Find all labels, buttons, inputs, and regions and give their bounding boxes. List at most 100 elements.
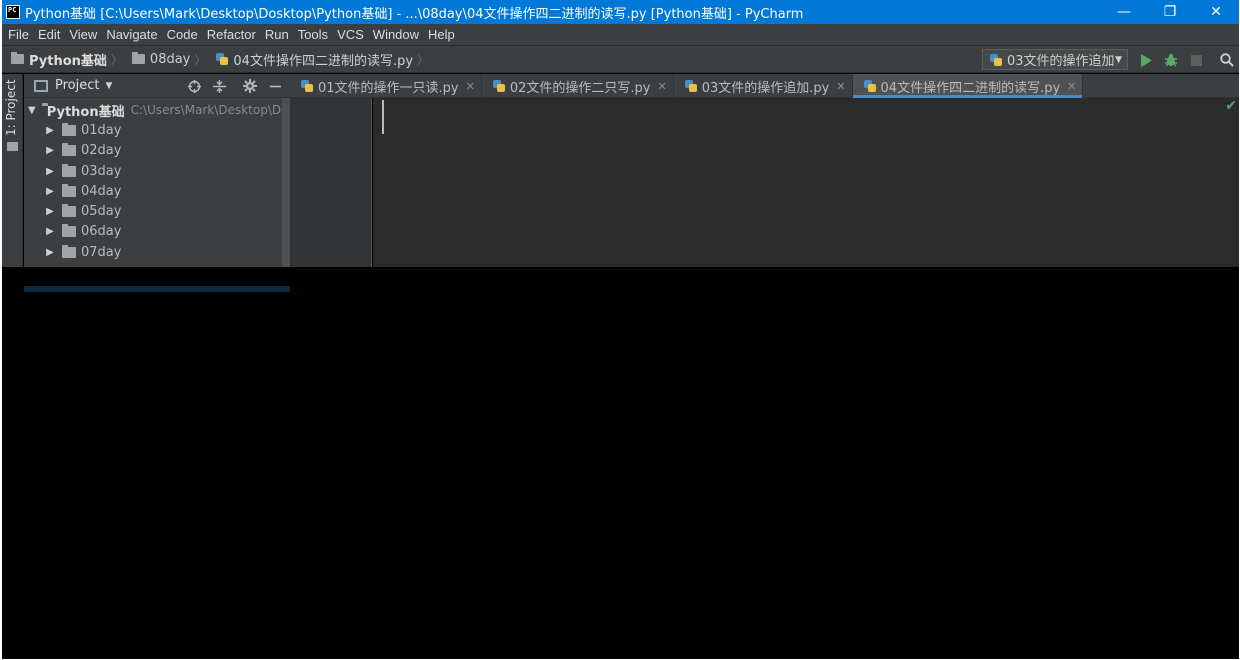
- search-everywhere-button[interactable]: [1218, 51, 1236, 69]
- folder-icon: [7, 142, 18, 151]
- text-caret: [382, 100, 384, 134]
- navigation-bar: Python基础 〉 08day 〉 04文件操作四二进制的读写.py 〉 03…: [2, 45, 1239, 73]
- project-view-icon: [34, 79, 48, 92]
- tree-folder-item[interactable]: ▶ 03day: [24, 161, 290, 181]
- editor-tab[interactable]: 03文件的操作追加.py ✕: [674, 74, 853, 98]
- locate-file-button[interactable]: [186, 78, 202, 94]
- menu-window[interactable]: Window: [373, 27, 419, 42]
- tree-folder-label: 07day: [81, 244, 122, 260]
- chevron-right-icon: 〉: [110, 52, 123, 67]
- menu-help[interactable]: Help: [428, 27, 455, 42]
- python-file-icon: [863, 79, 877, 93]
- breadcrumb-project[interactable]: Python基础 〉: [11, 50, 123, 69]
- close-icon[interactable]: ✕: [466, 80, 475, 93]
- tree-folder-item[interactable]: ▶ 04day: [24, 181, 290, 201]
- minimize-button[interactable]: —: [1101, 0, 1147, 24]
- breadcrumb-file-label: 04文件操作四二进制的读写.py: [233, 53, 414, 69]
- folder-icon: [62, 224, 76, 238]
- menu-bar: File Edit View Navigate Code Refactor Ru…: [2, 24, 1239, 45]
- menu-edit[interactable]: Edit: [38, 27, 60, 42]
- debug-button[interactable]: [1162, 51, 1180, 69]
- menu-run[interactable]: Run: [265, 27, 289, 42]
- collapsed-arrow-icon[interactable]: ▶: [44, 166, 56, 177]
- tree-folder-label: 05day: [81, 204, 122, 220]
- menu-view[interactable]: View: [69, 27, 97, 42]
- tree-folder-item[interactable]: ▶ 05day: [24, 201, 290, 221]
- tree-folder-label: 02day: [81, 143, 122, 159]
- tree-folder-item[interactable]: ▶ 07day: [24, 242, 290, 262]
- play-icon: [1141, 53, 1152, 67]
- run-configuration-select[interactable]: 03文件的操作追加 ▼: [982, 49, 1128, 70]
- folder-icon: [62, 163, 76, 177]
- close-icon[interactable]: ✕: [1067, 80, 1076, 93]
- breadcrumb-project-label: Python基础: [29, 53, 107, 69]
- settings-button[interactable]: [242, 78, 258, 94]
- editor-tab-label: 02文件的操作二只写.py: [509, 80, 651, 96]
- caret-down-icon: ▼: [1115, 54, 1122, 65]
- folder-icon: [62, 183, 76, 197]
- tree-folder-item[interactable]: ▶ 06day: [24, 222, 290, 242]
- gear-icon: [243, 79, 257, 93]
- breadcrumb-folder[interactable]: 08day 〉: [131, 51, 206, 68]
- minimize-icon: [269, 85, 281, 87]
- tree-folder-label: 04day: [81, 183, 122, 199]
- collapsed-arrow-icon[interactable]: ▶: [44, 186, 56, 197]
- menu-file[interactable]: File: [8, 27, 29, 42]
- editor-tab[interactable]: 02文件的操作二只写.py ✕: [482, 74, 674, 98]
- run-button[interactable]: [1137, 51, 1155, 69]
- close-icon[interactable]: ✕: [836, 80, 845, 93]
- editor-tab-label: 04文件操作四二进制的读写.py: [880, 80, 1061, 96]
- project-panel: Project ▼ ▼ Python基础 C:\Users\Mark\Deskt…: [24, 74, 295, 292]
- menu-code[interactable]: Code: [167, 27, 198, 42]
- hide-panel-button[interactable]: [267, 78, 283, 94]
- tree-folder-item[interactable]: ▶ 02day: [24, 141, 290, 161]
- caret-down-icon[interactable]: ▼: [105, 81, 112, 91]
- folder-icon: [131, 52, 145, 64]
- close-button[interactable]: ✕: [1193, 0, 1239, 24]
- project-panel-scrollbar[interactable]: [282, 98, 290, 267]
- left-tool-strip: 1: Project: [2, 74, 23, 267]
- expanded-arrow-icon[interactable]: ▼: [28, 105, 36, 116]
- collapsed-arrow-icon[interactable]: ▶: [44, 125, 56, 136]
- tree-folder-label: 01day: [81, 122, 122, 138]
- project-tool-tab-label: 1: Project: [4, 79, 18, 136]
- project-view-select[interactable]: Project: [55, 78, 99, 93]
- run-configuration-label: 03文件的操作追加: [1007, 54, 1115, 69]
- editor-tab-active[interactable]: 04文件操作四二进制的读写.py ✕: [852, 74, 1084, 98]
- collapsed-arrow-icon[interactable]: ▶: [44, 247, 56, 258]
- collapsed-arrow-icon[interactable]: ▶: [44, 145, 56, 156]
- menu-refactor[interactable]: Refactor: [207, 27, 256, 42]
- breadcrumb-file[interactable]: 04文件操作四二进制的读写.py 〉: [215, 50, 429, 69]
- tree-root-label: Python基础: [46, 104, 125, 120]
- crosshair-icon: [187, 79, 201, 93]
- collapse-all-button[interactable]: [211, 78, 227, 94]
- project-tree: ▼ Python基础 C:\Users\Mark\Desktop\Dos ▶ 0…: [24, 98, 295, 292]
- title-bar: PC Python基础 [C:\Users\Mark\Desktop\Doskt…: [2, 0, 1239, 24]
- window-title: Python基础 [C:\Users\Mark\Desktop\Dosktop\…: [25, 6, 804, 22]
- collapse-all-icon: [212, 79, 226, 93]
- inspection-ok-icon[interactable]: ✔: [1225, 98, 1237, 114]
- stop-icon: [1190, 54, 1202, 66]
- menu-navigate[interactable]: Navigate: [106, 27, 157, 42]
- collapsed-arrow-icon[interactable]: ▶: [44, 206, 56, 217]
- editor-tab-label: 01文件的操作一只读.py: [318, 80, 459, 96]
- restore-button[interactable]: ❐: [1147, 0, 1193, 24]
- editor-tab[interactable]: 01文件的操作一只读.py ✕: [290, 74, 482, 98]
- code-editor[interactable]: ✔: [373, 98, 1239, 267]
- menu-vcs[interactable]: VCS: [337, 27, 364, 42]
- project-tool-tab[interactable]: 1: Project: [2, 78, 23, 151]
- tree-selected-row[interactable]: [24, 286, 290, 292]
- tree-root[interactable]: ▼ Python基础 C:\Users\Mark\Desktop\Dos: [24, 100, 295, 120]
- pycharm-logo-icon: PC: [6, 5, 20, 19]
- folder-icon: [62, 204, 76, 218]
- bug-icon: [1165, 53, 1177, 67]
- folder-icon: [11, 52, 24, 64]
- stop-button[interactable]: [1187, 51, 1205, 69]
- tree-folder-item[interactable]: ▶ 01day: [24, 120, 290, 140]
- close-icon[interactable]: ✕: [657, 80, 666, 93]
- collapsed-arrow-icon[interactable]: ▶: [44, 226, 56, 237]
- breadcrumb-folder-label: 08day: [149, 51, 191, 67]
- python-file-icon: [684, 79, 698, 93]
- menu-tools[interactable]: Tools: [298, 27, 328, 42]
- project-panel-header: Project ▼: [24, 74, 290, 98]
